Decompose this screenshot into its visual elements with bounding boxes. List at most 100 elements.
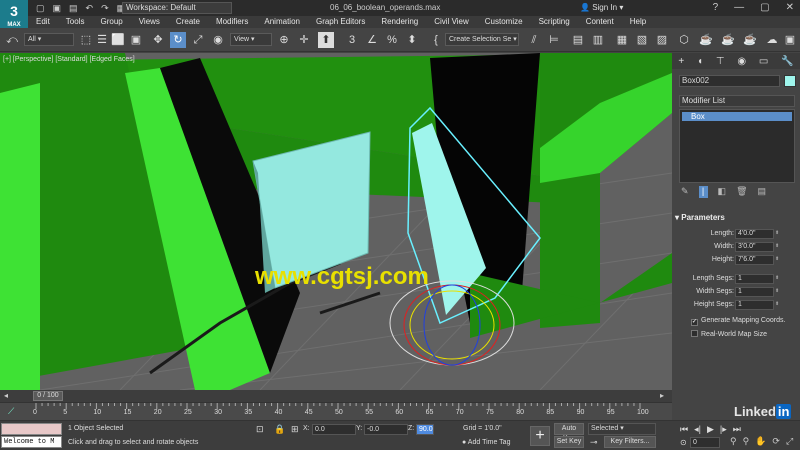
keyboard-shortcut-icon[interactable]: ⬆: [318, 32, 334, 48]
save-icon[interactable]: ▤: [69, 3, 78, 14]
set-key-button[interactable]: Set Key: [554, 436, 584, 448]
time-slider[interactable]: ◂ 0 / 100 ▸: [0, 390, 672, 402]
minimize-icon[interactable]: —: [734, 2, 744, 13]
key-mode-icon[interactable]: ⊸: [590, 437, 598, 448]
layer-explorer-icon[interactable]: ▥: [590, 32, 606, 48]
orbit-icon[interactable]: ⟳: [772, 436, 780, 447]
slider-left-arrow-icon[interactable]: ◂: [4, 391, 8, 400]
pan-icon[interactable]: ✋: [755, 436, 766, 447]
object-color-swatch[interactable]: [784, 75, 796, 87]
spinner-snap-icon[interactable]: ⬍: [404, 32, 420, 48]
spinner-icon[interactable]: ⬍: [775, 256, 779, 262]
sign-in-link[interactable]: 👤 Sign In ▾: [580, 3, 623, 12]
menu-modifiers[interactable]: Modifiers: [208, 16, 256, 28]
display-tab-icon[interactable]: ▭: [759, 56, 768, 67]
configure-sets-icon[interactable]: ▤: [758, 186, 767, 198]
pivot-center-icon[interactable]: ⊕: [276, 32, 292, 48]
mirror-icon[interactable]: ⫽: [526, 32, 542, 48]
height-field[interactable]: 7'6.0": [735, 255, 774, 265]
selection-filter[interactable]: All ▾: [24, 33, 74, 46]
maxscript-listener-pink[interactable]: [1, 423, 62, 435]
set-key-big-icon[interactable]: +: [530, 426, 550, 446]
maxscript-mini-listener[interactable]: Welcome to M: [1, 436, 62, 448]
menu-civil-view[interactable]: Civil View: [426, 16, 477, 28]
menu-group[interactable]: Group: [92, 16, 130, 28]
absolute-mode-icon[interactable]: ⊞: [291, 424, 299, 435]
create-tab-icon[interactable]: +: [678, 56, 684, 67]
isolate-icon[interactable]: ⊡: [256, 424, 264, 435]
workspace-select[interactable]: Workspace: Default: [122, 2, 232, 14]
slider-right-arrow-icon[interactable]: ▸: [660, 391, 664, 400]
spinner-icon[interactable]: ⬍: [775, 301, 779, 307]
auto-key-button[interactable]: Auto Key: [554, 423, 584, 442]
menu-rendering[interactable]: Rendering: [373, 16, 426, 28]
generate-mapping-checkbox[interactable]: ✓ Generate Mapping Coords.: [691, 316, 785, 326]
perspective-viewport[interactable]: [+] [Perspective] [Standard] [Edged Face…: [0, 53, 672, 390]
x-coord-field[interactable]: 0.0: [312, 424, 356, 435]
utilities-tab-icon[interactable]: 🔧: [781, 56, 793, 67]
close-icon[interactable]: ✕: [786, 2, 794, 13]
reference-coordinate-select[interactable]: View ▾: [230, 33, 272, 46]
rendered-frame-icon[interactable]: ☕: [720, 32, 736, 48]
add-time-tag[interactable]: ● Add Time Tag: [462, 439, 510, 446]
app-logo[interactable]: 3 MAX: [0, 0, 28, 30]
place-icon[interactable]: ◉: [210, 32, 226, 48]
menu-customize[interactable]: Customize: [477, 16, 531, 28]
length-field[interactable]: 4'0.0": [735, 229, 774, 239]
rotate-icon[interactable]: ↻: [170, 32, 186, 48]
width-segs-field[interactable]: 1: [735, 287, 774, 297]
new-file-icon[interactable]: ▢: [36, 3, 45, 14]
schematic-view-icon[interactable]: ▨: [654, 32, 670, 48]
goto-start-icon[interactable]: ⏮: [680, 424, 688, 435]
spinner-icon[interactable]: ⬍: [775, 275, 779, 281]
render-setup-icon[interactable]: ☕: [698, 32, 714, 48]
curve-editor-icon[interactable]: ▧: [634, 32, 650, 48]
stack-item-box[interactable]: Box: [682, 112, 792, 121]
y-coord-field[interactable]: -0.0: [364, 424, 408, 435]
play-icon[interactable]: ▶: [707, 424, 714, 435]
time-slider-thumb[interactable]: 0 / 100: [33, 391, 63, 401]
zoom-icon[interactable]: ⚲: [730, 436, 737, 447]
scene-explorer-icon[interactable]: ▤: [570, 32, 586, 48]
next-frame-icon[interactable]: |▸: [720, 424, 727, 435]
toggle-ribbon-icon[interactable]: ▦: [614, 32, 630, 48]
named-selection-icon[interactable]: {: [428, 32, 444, 48]
move-icon[interactable]: ✥: [150, 32, 166, 48]
parameters-rollout-header[interactable]: ▾ Parameters: [675, 213, 725, 222]
real-world-map-checkbox[interactable]: Real-World Map Size: [691, 330, 767, 340]
width-field[interactable]: 3'0.0": [735, 242, 774, 252]
open-file-icon[interactable]: ▣: [53, 3, 62, 14]
undo-icon[interactable]: ↶: [86, 3, 94, 14]
angle-snap-icon[interactable]: ∠: [364, 32, 380, 48]
menu-views[interactable]: Views: [131, 16, 168, 28]
a360-gallery-icon[interactable]: ▣: [782, 32, 798, 48]
window-crossing-icon[interactable]: ▣: [128, 32, 144, 48]
track-bar[interactable]: ⟋ 0 5 10 15 20 25 30 35 40 45 50 55 60 65 70 75 80 85 90 95…: [0, 402, 672, 420]
menu-help[interactable]: Help: [622, 16, 654, 28]
select-by-name-icon[interactable]: ☰: [94, 32, 110, 48]
modify-tab-icon[interactable]: ◖: [697, 56, 703, 67]
menu-content[interactable]: Content: [578, 16, 622, 28]
hierarchy-tab-icon[interactable]: ⊤: [716, 56, 725, 67]
select-icon[interactable]: ⬚: [78, 32, 94, 48]
z-coord-field[interactable]: 90.0: [416, 424, 434, 435]
menu-graph-editors[interactable]: Graph Editors: [308, 16, 373, 28]
spinner-icon[interactable]: ⬍: [775, 243, 779, 249]
current-frame-field[interactable]: 0: [690, 437, 720, 448]
modifier-list-select[interactable]: Modifier List: [679, 95, 795, 107]
render-production-icon[interactable]: ☕: [742, 32, 758, 48]
make-unique-icon[interactable]: ◧: [718, 186, 727, 198]
show-end-result-icon[interactable]: |: [698, 186, 708, 198]
spinner-icon[interactable]: ⬍: [775, 288, 779, 294]
align-icon[interactable]: ⊨: [546, 32, 562, 48]
menu-tools[interactable]: Tools: [58, 16, 93, 28]
pin-stack-icon[interactable]: ✎: [681, 186, 689, 198]
region-select-icon[interactable]: ⬜: [110, 32, 126, 48]
maximize-icon[interactable]: ▢: [760, 2, 769, 13]
percent-snap-icon[interactable]: %: [384, 32, 400, 48]
spinner-icon[interactable]: ⬍: [775, 230, 779, 236]
selection-lock-icon[interactable]: 🔒: [274, 424, 285, 435]
menu-scripting[interactable]: Scripting: [531, 16, 578, 28]
material-editor-icon[interactable]: ⬡: [676, 32, 692, 48]
key-mode-toggle-icon[interactable]: ⊙: [680, 438, 687, 447]
